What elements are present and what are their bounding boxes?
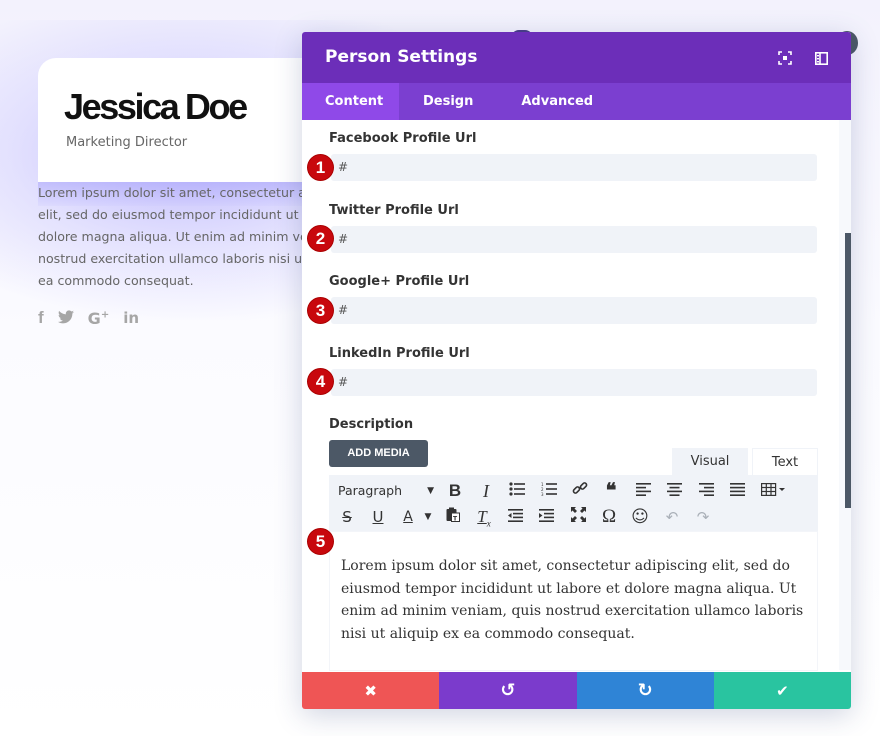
- linkedin-url-label: LinkedIn Profile Url: [329, 346, 470, 361]
- blockquote-icon[interactable]: ❝: [600, 478, 622, 504]
- linkedin-url-input[interactable]: #: [331, 369, 817, 396]
- callout-badge: 1: [308, 155, 333, 180]
- description-line: ea commodo consequat.: [38, 273, 194, 288]
- tab-design[interactable]: Design: [399, 83, 497, 120]
- modal-body: Facebook Profile Url # 1 Twitter Profile…: [302, 120, 851, 672]
- google-plus-icon[interactable]: G+: [88, 309, 110, 328]
- check-icon: ✔: [776, 681, 789, 700]
- bold-icon[interactable]: B: [444, 478, 466, 504]
- facebook-url-input[interactable]: #: [331, 154, 817, 181]
- text-color-dropdown-icon[interactable]: ▼: [417, 504, 439, 530]
- align-left-icon[interactable]: [632, 478, 654, 504]
- redo-icon: ↻: [637, 680, 653, 701]
- undo-icon: ↺: [500, 680, 516, 701]
- person-description: Lorem ipsum dolor sit amet, consectetur …: [38, 182, 302, 292]
- text-color-icon[interactable]: A: [397, 504, 419, 530]
- toolbar-row-1: Paragraph ▼ B I 123 ❝: [329, 478, 818, 504]
- description-line: nostrud exercitation ullamco laboris nis…: [38, 251, 302, 266]
- emoji-icon[interactable]: ☺: [629, 504, 651, 530]
- redo-button[interactable]: ↻: [576, 672, 714, 709]
- align-right-icon[interactable]: [695, 478, 717, 504]
- paste-as-text-icon[interactable]: T: [442, 504, 464, 530]
- tab-advanced[interactable]: Advanced: [497, 83, 617, 120]
- fullscreen-editor-icon[interactable]: [567, 504, 589, 530]
- outdent-icon[interactable]: [504, 504, 526, 530]
- format-select[interactable]: Paragraph ▼: [338, 478, 434, 504]
- close-icon: ✖: [364, 681, 377, 700]
- chevron-down-icon: ▼: [427, 486, 434, 496]
- align-justify-icon[interactable]: [726, 478, 748, 504]
- special-character-icon[interactable]: Ω: [598, 504, 620, 530]
- svg-text:3: 3: [541, 492, 544, 496]
- twitter-icon[interactable]: [57, 309, 74, 328]
- clear-formatting-icon[interactable]: Tx: [473, 504, 495, 530]
- sidebar-toggle-icon[interactable]: [815, 50, 831, 66]
- tab-content[interactable]: Content: [302, 83, 399, 120]
- numbered-list-icon[interactable]: 123: [538, 478, 560, 504]
- modal-tabs: Content Design Advanced: [302, 83, 851, 120]
- description-editor[interactable]: Lorem ipsum dolor sit amet, consectetur …: [329, 531, 818, 671]
- facebook-url-label: Facebook Profile Url: [329, 131, 477, 146]
- settings-modal: Person Settings Content Design Advanced …: [302, 32, 851, 709]
- indent-icon[interactable]: [535, 504, 557, 530]
- modal-header[interactable]: Person Settings: [302, 32, 851, 83]
- bulleted-list-icon[interactable]: [506, 478, 528, 504]
- linkedin-icon[interactable]: in: [123, 309, 139, 327]
- link-icon[interactable]: [569, 478, 591, 504]
- undo-button[interactable]: ↺: [439, 672, 577, 709]
- callout-badge: 5: [308, 529, 333, 554]
- twitter-url-label: Twitter Profile Url: [329, 203, 459, 218]
- google-plus-url-label: Google+ Profile Url: [329, 274, 470, 289]
- add-media-button[interactable]: ADD MEDIA: [329, 440, 428, 467]
- callout-badge: 4: [308, 369, 333, 394]
- description-line: dolore magna aliqua. Ut enim ad minim ve…: [38, 229, 302, 244]
- editor-toolbar: Paragraph ▼ B I 123 ❝ S U A ▼ T Tx Ω ☺ ↶…: [329, 475, 818, 531]
- format-select-value: Paragraph: [338, 483, 403, 498]
- editor-tab-text[interactable]: Text: [752, 448, 818, 476]
- person-card: Jessica Doe Marketing Director: [38, 58, 328, 182]
- redo-icon[interactable]: ↷: [692, 504, 714, 530]
- scrollbar-thumb[interactable]: [845, 233, 851, 508]
- person-name: Jessica Doe: [64, 86, 248, 127]
- editor-tab-visual[interactable]: Visual: [672, 448, 748, 476]
- callout-badge: 2: [308, 226, 333, 251]
- discard-button[interactable]: ✖: [302, 672, 440, 709]
- description-line: elit, sed do eiusmod tempor incididunt u…: [38, 207, 302, 222]
- table-icon[interactable]: [759, 478, 789, 504]
- editor-content[interactable]: Lorem ipsum dolor sit amet, consectetur …: [341, 555, 815, 645]
- person-position: Marketing Director: [66, 135, 188, 150]
- underline-icon[interactable]: U: [367, 504, 389, 530]
- google-plus-url-input[interactable]: #: [331, 297, 817, 324]
- facebook-icon[interactable]: f: [38, 308, 44, 328]
- callout-badge: 3: [308, 298, 333, 323]
- modal-title: Person Settings: [325, 47, 478, 67]
- toolbar-row-2: S U A ▼ T Tx Ω ☺ ↶ ↷: [329, 504, 818, 530]
- align-center-icon[interactable]: [663, 478, 685, 504]
- italic-icon[interactable]: I: [475, 478, 497, 504]
- save-button[interactable]: ✔: [713, 672, 851, 709]
- social-links: f G+ in: [38, 308, 139, 328]
- strikethrough-icon[interactable]: S: [336, 504, 358, 530]
- undo-icon[interactable]: ↶: [661, 504, 683, 530]
- description-line: Lorem ipsum dolor sit amet, consectetur …: [38, 185, 302, 200]
- modal-footer: ✖ ↺ ↻ ✔: [302, 672, 851, 709]
- description-label: Description: [329, 417, 414, 432]
- twitter-url-input[interactable]: #: [331, 226, 817, 253]
- fullscreen-icon[interactable]: [778, 50, 794, 66]
